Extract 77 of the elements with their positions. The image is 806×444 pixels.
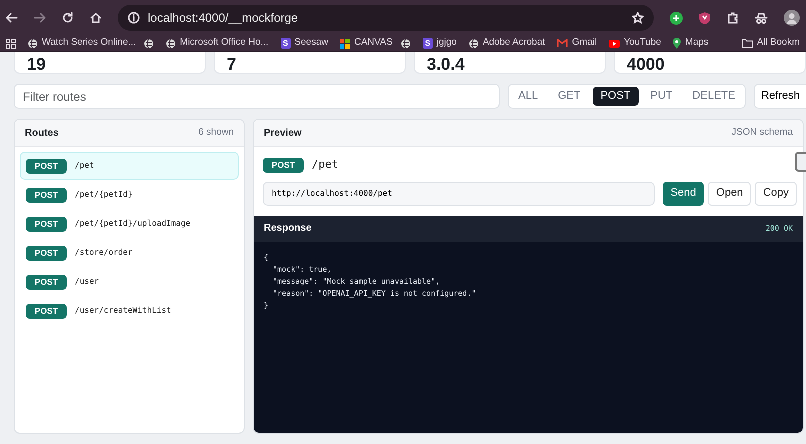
info-icon <box>128 12 140 24</box>
method-badge: POST <box>26 158 67 174</box>
incognito-icon[interactable] <box>755 12 768 24</box>
letter-icon: S <box>422 38 433 49</box>
video-icon <box>609 40 620 48</box>
bookmark[interactable]: Adobe Acrobat <box>468 36 546 51</box>
panel-title: Response <box>264 222 312 236</box>
route-path: /pet/{petId}/uploadImage <box>75 218 191 230</box>
action-button[interactable]: Open <box>708 182 752 206</box>
panel-title: Routes <box>25 126 59 140</box>
folder-icon <box>742 39 754 48</box>
bookmark[interactable]: Gmail <box>557 36 598 51</box>
method-filter-tab[interactable]: ALL <box>510 87 546 106</box>
route-item[interactable]: POST /store/order <box>20 239 239 267</box>
bookmark[interactable]: All Bookm <box>742 36 800 51</box>
url-field[interactable]: http://localhost:4000/pet <box>263 182 655 206</box>
avatar-icon[interactable] <box>784 10 800 26</box>
bookmark[interactable]: CANVAS <box>340 36 393 51</box>
refresh-button[interactable]: Refresh <box>754 84 806 109</box>
forward-icon[interactable] <box>34 12 46 24</box>
puzzle-icon[interactable] <box>727 12 739 24</box>
globe-icon <box>166 38 176 48</box>
action-button[interactable]: Copy <box>755 182 797 206</box>
globe-icon <box>28 38 38 48</box>
side-panel-handle[interactable] <box>795 152 806 172</box>
method-badge: POST <box>26 274 67 290</box>
globe-icon <box>468 38 479 48</box>
shield-icon[interactable] <box>699 12 711 24</box>
address-bar[interactable]: localhost:4000/__mockforge <box>118 5 654 31</box>
panel-title: Preview <box>264 126 302 140</box>
send-button[interactable]: Send <box>662 182 704 206</box>
home-icon[interactable] <box>90 12 102 24</box>
schema-label: JSON schema <box>732 126 793 140</box>
bookmark[interactable]: YouTube <box>609 36 662 51</box>
method-filter-tab[interactable]: DELETE <box>684 87 744 106</box>
stat-value: 19 <box>14 52 206 74</box>
route-item[interactable]: POST /pet/{petId} <box>20 181 239 209</box>
apps-grid-icon[interactable] <box>6 38 16 48</box>
bookmark[interactable]: S Seesaw <box>280 36 328 51</box>
method-badge: POST <box>26 216 67 232</box>
method-badge: POST <box>26 246 67 260</box>
method-badge: POST <box>263 158 304 173</box>
grid-icon <box>340 38 350 48</box>
route-item[interactable]: POST /pet <box>20 152 239 180</box>
route-item[interactable]: POST /pet/{petId}/uploadImage <box>20 210 239 238</box>
mail-icon <box>557 39 568 48</box>
method-filter-tab[interactable]: POST <box>592 87 639 106</box>
method-badge: POST <box>26 304 67 318</box>
route-path: /pet <box>75 160 94 172</box>
plus-icon[interactable] <box>670 12 683 24</box>
method-filter-tab[interactable]: GET <box>550 87 589 106</box>
bookmark[interactable]: Watch Series Online... <box>28 36 136 51</box>
stat-value: 4000 <box>614 52 806 74</box>
route-path: /user/createWithList <box>75 305 172 317</box>
route-path: /pet <box>312 157 338 173</box>
globe-icon[interactable] <box>400 38 411 48</box>
filter-field[interactable]: Filter routes <box>14 84 500 109</box>
stat-value: 7 <box>214 52 406 74</box>
route-count: 6 shown <box>198 126 234 140</box>
stat-value: 3.0.4 <box>414 52 606 74</box>
reload-icon[interactable] <box>62 12 74 24</box>
back-icon[interactable] <box>6 12 18 24</box>
route-path: /pet/{petId} <box>75 189 133 201</box>
route-path: /store/order <box>75 247 133 259</box>
bookmark[interactable]: S jgjgo <box>422 36 457 51</box>
pin-icon <box>673 38 682 49</box>
route-path: /user <box>75 276 100 288</box>
letter-icon: S <box>280 38 291 49</box>
star-icon[interactable] <box>632 12 644 24</box>
url-text: localhost:4000/__mockforge <box>148 10 298 27</box>
globe-icon[interactable] <box>144 38 154 48</box>
bookmark[interactable]: Maps <box>673 36 709 51</box>
bookmark[interactable]: Microsoft Office Ho... <box>166 36 269 51</box>
method-badge: POST <box>26 188 67 202</box>
route-item[interactable]: POST /user <box>20 268 239 296</box>
method-filter-tab[interactable]: PUT <box>642 87 681 106</box>
route-item[interactable]: POST /user/createWithList <box>20 297 239 325</box>
